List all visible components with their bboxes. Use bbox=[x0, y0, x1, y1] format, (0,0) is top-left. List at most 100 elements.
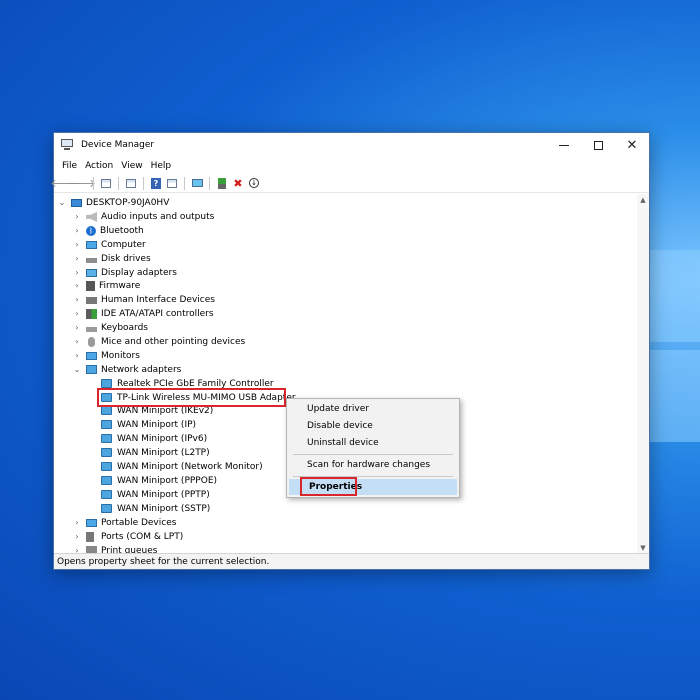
tree-item-bluetooth[interactable]: › ᛒ Bluetooth bbox=[73, 224, 144, 238]
tree-item-label: Ports (COM & LPT) bbox=[101, 531, 184, 542]
chevron-down-icon: ⌄ bbox=[73, 365, 81, 375]
context-disable-device[interactable]: Disable device bbox=[287, 418, 459, 434]
minimize-icon bbox=[559, 144, 569, 146]
network-card-icon bbox=[101, 406, 112, 416]
network-adapter-label: WAN Miniport (IPv6) bbox=[117, 433, 208, 444]
maximize-button[interactable] bbox=[581, 133, 615, 157]
menu-action[interactable]: Action bbox=[81, 161, 117, 171]
toolbar-separator bbox=[209, 176, 210, 190]
properties-icon bbox=[126, 178, 136, 188]
title-bar[interactable]: Device Manager ✕ bbox=[54, 133, 649, 157]
network-card-icon bbox=[101, 504, 112, 514]
enable-device-button[interactable] bbox=[215, 176, 229, 190]
network-card-icon bbox=[101, 420, 112, 430]
chevron-right-icon: › bbox=[75, 309, 79, 319]
vertical-scrollbar[interactable]: ▲ ▼ bbox=[637, 194, 649, 554]
network-adapter-item[interactable]: WAN Miniport (IP) bbox=[101, 418, 196, 432]
tree-item-ports[interactable]: › Ports (COM & LPT) bbox=[73, 530, 183, 544]
minimize-button[interactable] bbox=[547, 133, 581, 157]
network-adapter-label: WAN Miniport (PPTP) bbox=[117, 489, 210, 500]
port-icon bbox=[86, 531, 94, 542]
download-icon: ↓ bbox=[249, 178, 259, 188]
scan-monitor-icon bbox=[191, 179, 203, 187]
chevron-right-icon: › bbox=[75, 351, 79, 361]
chevron-right-icon: › bbox=[75, 295, 79, 305]
help-toolbar-button[interactable]: ? bbox=[149, 176, 163, 190]
tree-item-label: Keyboards bbox=[101, 322, 148, 333]
network-adapter-item[interactable]: WAN Miniport (IPv6) bbox=[101, 432, 207, 446]
network-adapter-label: WAN Miniport (SSTP) bbox=[117, 503, 211, 514]
chevron-right-icon: › bbox=[75, 323, 79, 333]
menu-file[interactable]: File bbox=[58, 161, 81, 171]
chevron-right-icon: › bbox=[75, 226, 79, 236]
maximize-icon bbox=[593, 140, 603, 150]
tree-item-ide[interactable]: › IDE ATA/ATAPI controllers bbox=[73, 307, 214, 321]
tree-item-computer[interactable]: › Computer bbox=[73, 238, 145, 252]
tree-item-portable-devices[interactable]: › Portable Devices bbox=[73, 516, 176, 530]
disk-drive-icon bbox=[86, 258, 97, 264]
network-adapter-label: WAN Miniport (IP) bbox=[117, 419, 197, 430]
firmware-icon bbox=[86, 280, 95, 291]
network-adapter-label: WAN Miniport (L2TP) bbox=[117, 447, 210, 458]
tree-item-monitors[interactable]: › Monitors bbox=[73, 349, 140, 363]
monitor-icon bbox=[86, 351, 97, 360]
tree-root[interactable]: ⌄ DESKTOP-90JA0HV bbox=[58, 196, 170, 210]
network-adapter-label: WAN Miniport (IKEv2) bbox=[117, 405, 214, 416]
ide-controller-icon bbox=[86, 308, 97, 319]
tree-item-mice[interactable]: › Mice and other pointing devices bbox=[73, 335, 245, 349]
tree-item-label: IDE ATA/ATAPI controllers bbox=[101, 308, 214, 319]
network-adapter-item[interactable]: WAN Miniport (Network Monitor) bbox=[101, 460, 263, 474]
tree-item-disk-drives[interactable]: › Disk drives bbox=[73, 252, 150, 266]
chevron-right-icon: › bbox=[75, 281, 79, 291]
properties-toolbar-button[interactable] bbox=[124, 176, 138, 190]
network-card-icon bbox=[101, 476, 112, 486]
forward-button[interactable]: 🡒 bbox=[66, 176, 96, 190]
properties-grid-icon bbox=[101, 178, 111, 188]
selection-highlight-box bbox=[97, 388, 286, 407]
device-manager-window: Device Manager ✕ File Action View Help 🡐… bbox=[50, 132, 650, 570]
device-manager-icon bbox=[61, 139, 73, 151]
network-card-icon bbox=[101, 434, 112, 444]
network-adapter-item[interactable]: WAN Miniport (L2TP) bbox=[101, 446, 210, 460]
network-adapter-item[interactable]: WAN Miniport (SSTP) bbox=[101, 502, 210, 516]
tree-item-label: Monitors bbox=[101, 350, 140, 361]
uninstall-device-button[interactable]: ✖ bbox=[231, 176, 245, 190]
network-adapter-item[interactable]: WAN Miniport (PPPOE) bbox=[101, 474, 217, 488]
context-uninstall-device[interactable]: Uninstall device bbox=[287, 435, 459, 451]
keyboard-icon bbox=[86, 326, 97, 332]
computer-icon bbox=[86, 240, 97, 249]
uninstall-x-icon: ✖ bbox=[233, 176, 243, 190]
tree-item-firmware[interactable]: › Firmware bbox=[73, 279, 140, 293]
chevron-down-icon: ⌄ bbox=[58, 198, 66, 208]
network-card-icon bbox=[101, 448, 112, 458]
toolbar-separator bbox=[143, 176, 144, 190]
disable-device-button[interactable]: ↓ bbox=[247, 176, 261, 190]
network-card-icon bbox=[101, 490, 112, 500]
tree-item-hid[interactable]: › Human Interface Devices bbox=[73, 293, 215, 307]
update-driver-toolbar-button[interactable] bbox=[165, 176, 179, 190]
show-hide-console-tree-button[interactable] bbox=[99, 176, 113, 190]
context-update-driver[interactable]: Update driver bbox=[287, 401, 459, 417]
tree-item-keyboards[interactable]: › Keyboards bbox=[73, 321, 148, 335]
network-adapter-label: WAN Miniport (Network Monitor) bbox=[117, 461, 263, 472]
chevron-right-icon: › bbox=[75, 337, 79, 347]
menu-view[interactable]: View bbox=[117, 161, 146, 171]
help-icon: ? bbox=[151, 177, 161, 189]
tree-item-audio[interactable]: › Audio inputs and outputs bbox=[73, 210, 214, 224]
scan-hardware-button[interactable] bbox=[190, 176, 204, 190]
menu-help[interactable]: Help bbox=[147, 161, 176, 171]
tree-item-display-adapters[interactable]: › Display adapters bbox=[73, 266, 177, 280]
tree-item-network-adapters[interactable]: ⌄ Network adapters bbox=[73, 363, 182, 377]
tree-item-label: Bluetooth bbox=[100, 225, 144, 236]
status-text: Opens property sheet for the current sel… bbox=[57, 556, 270, 567]
scroll-up-icon[interactable]: ▲ bbox=[637, 194, 649, 206]
close-button[interactable]: ✕ bbox=[615, 133, 649, 157]
tree-item-label: Human Interface Devices bbox=[101, 294, 215, 305]
portable-device-icon bbox=[86, 518, 97, 527]
chevron-right-icon: › bbox=[75, 212, 79, 222]
tree-item-label: Firmware bbox=[99, 280, 141, 291]
context-scan-hardware[interactable]: Scan for hardware changes bbox=[287, 457, 459, 473]
network-adapter-item[interactable]: WAN Miniport (PPTP) bbox=[101, 488, 210, 502]
tree-item-label: Portable Devices bbox=[101, 517, 177, 528]
tree-root-label: DESKTOP-90JA0HV bbox=[86, 197, 170, 208]
